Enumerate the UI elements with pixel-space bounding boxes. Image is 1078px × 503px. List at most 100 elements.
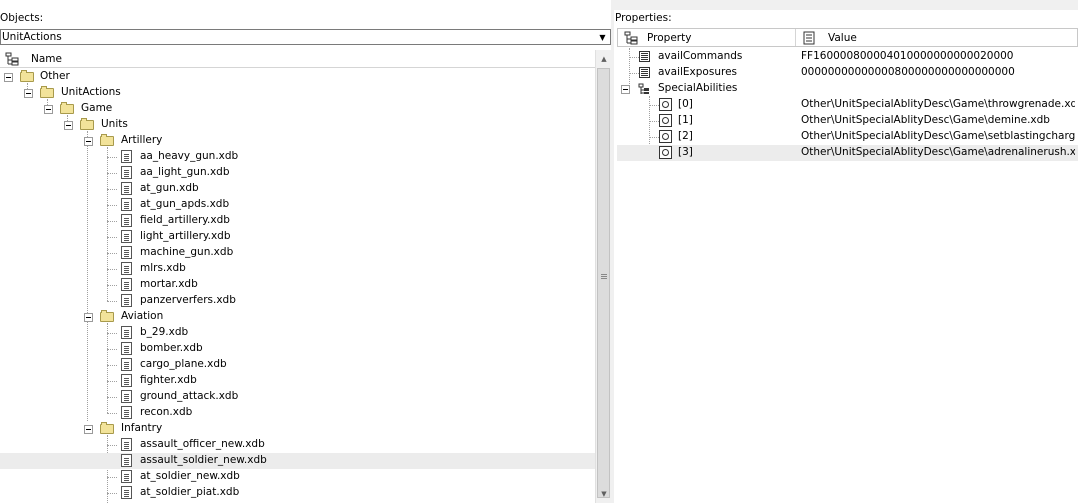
- property-row[interactable]: availCommands FF160000800004010000000000…: [617, 49, 1078, 65]
- objects-combo[interactable]: UnitActions ▼: [0, 29, 611, 45]
- tree-file-item[interactable]: at_gun_apds.xdb: [0, 197, 595, 213]
- folder-icon: [40, 86, 54, 98]
- property-value[interactable]: 00000000000000800000000000000000: [801, 66, 1075, 78]
- scrollbar-thumb[interactable]: [597, 68, 610, 498]
- tree-file-label: at_soldier_new.xdb: [140, 470, 240, 482]
- scroll-down-icon[interactable]: ▼: [596, 487, 612, 501]
- file-icon: [121, 166, 132, 179]
- tree-node-game[interactable]: Game: [0, 101, 595, 117]
- tree-file-label: assault_soldier_new.xdb: [140, 454, 267, 466]
- property-value[interactable]: Other\UnitSpecialAblityDesc\Game\setblas…: [801, 130, 1075, 142]
- tree-node-label: Infantry: [121, 422, 163, 434]
- property-value[interactable]: Other\UnitSpecialAblityDesc\Game\adrenal…: [801, 146, 1075, 158]
- properties-column-header: Property Value: [617, 28, 1078, 47]
- tree-file-item-selected[interactable]: assault_soldier_new.xdb: [0, 453, 595, 469]
- tree-column-header[interactable]: Name: [0, 50, 595, 68]
- tree-file-label: b_29.xdb: [140, 326, 189, 338]
- file-icon: [121, 278, 132, 291]
- tree-file-item[interactable]: recon.xdb: [0, 405, 595, 421]
- property-row-selected[interactable]: [3] Other\UnitSpecialAblityDesc\Game\adr…: [617, 145, 1078, 161]
- tree-file-label: at_gun.xdb: [140, 182, 199, 194]
- tree-file-item[interactable]: mortar.xdb: [0, 277, 595, 293]
- property-row-specialabilities[interactable]: SpecialAbilities: [617, 81, 1078, 97]
- property-row[interactable]: [2] Other\UnitSpecialAblityDesc\Game\set…: [617, 129, 1078, 145]
- tree-file-item[interactable]: at_soldier_piat.xdb: [0, 485, 595, 501]
- grip-icon: [601, 274, 607, 275]
- tree-file-label: aa_heavy_gun.xdb: [140, 150, 239, 162]
- tree-file-item[interactable]: bomber.xdb: [0, 341, 595, 357]
- file-icon: [121, 150, 132, 163]
- collapse-icon[interactable]: [4, 73, 13, 82]
- tree-file-item[interactable]: mlrs.xdb: [0, 261, 595, 277]
- file-icon: [121, 454, 132, 467]
- folder-icon: [60, 102, 74, 114]
- folder-icon: [100, 422, 114, 434]
- tree-file-item[interactable]: assault_officer_new.xdb: [0, 437, 595, 453]
- collapse-icon[interactable]: [24, 89, 33, 98]
- tree-node-aviation[interactable]: Aviation: [0, 309, 595, 325]
- tree-node-label: Units: [101, 118, 128, 130]
- collapse-icon[interactable]: [84, 137, 93, 146]
- column-header-value[interactable]: Value: [828, 32, 857, 44]
- file-icon: [121, 438, 132, 451]
- file-icon: [121, 230, 132, 243]
- file-icon: [121, 358, 132, 371]
- tree-file-item[interactable]: fighter.xdb: [0, 373, 595, 389]
- tree-file-item[interactable]: aa_light_gun.xdb: [0, 165, 595, 181]
- tree-node-other[interactable]: Other: [0, 69, 595, 85]
- collapse-icon[interactable]: [44, 105, 53, 114]
- tree-file-item[interactable]: aa_heavy_gun.xdb: [0, 149, 595, 165]
- column-header-property[interactable]: Property: [647, 32, 691, 44]
- tree-node-artillery[interactable]: Artillery: [0, 133, 595, 149]
- tree-file-label: light_artillery.xdb: [140, 230, 231, 242]
- tree-node-units[interactable]: Units: [0, 117, 595, 133]
- file-icon: [121, 374, 132, 387]
- tree-file-item[interactable]: at_soldier_new.xdb: [0, 469, 595, 485]
- file-icon: [121, 246, 132, 259]
- file-icon: [121, 406, 132, 419]
- property-value[interactable]: Other\UnitSpecialAblityDesc\Game\demine.…: [801, 114, 1075, 126]
- tree-file-label: assault_officer_new.xdb: [140, 438, 265, 450]
- property-value[interactable]: Other\UnitSpecialAblityDesc\Game\throwgr…: [801, 98, 1075, 110]
- file-icon: [121, 198, 132, 211]
- collapse-icon[interactable]: [621, 85, 630, 94]
- object-ref-icon: [659, 98, 672, 111]
- file-icon: [121, 214, 132, 227]
- property-row[interactable]: availExposures 0000000000000080000000000…: [617, 65, 1078, 81]
- tree-file-label: bomber.xdb: [140, 342, 203, 354]
- tree-file-item[interactable]: machine_gun.xdb: [0, 245, 595, 261]
- file-icon: [121, 486, 132, 499]
- tree-node-infantry[interactable]: Infantry: [0, 421, 595, 437]
- objects-label: Objects:: [0, 12, 44, 24]
- tree-file-label: cargo_plane.xdb: [140, 358, 227, 370]
- tree-file-item[interactable]: cargo_plane.xdb: [0, 357, 595, 373]
- tree-vertical-scrollbar[interactable]: ▲ ▼: [595, 50, 611, 503]
- objects-combo-value: UnitActions: [2, 31, 62, 43]
- chevron-down-icon[interactable]: ▼: [595, 30, 610, 44]
- tree-file-item[interactable]: ground_attack.xdb: [0, 389, 595, 405]
- tree-file-item[interactable]: field_artillery.xdb: [0, 213, 595, 229]
- array-icon: [638, 83, 649, 94]
- property-row[interactable]: [1] Other\UnitSpecialAblityDesc\Game\dem…: [617, 113, 1078, 129]
- tree-file-item[interactable]: b_29.xdb: [0, 325, 595, 341]
- collapse-icon[interactable]: [84, 313, 93, 322]
- scroll-up-icon[interactable]: ▲: [596, 52, 612, 66]
- object-ref-icon: [659, 130, 672, 143]
- column-separator[interactable]: [795, 29, 796, 46]
- tree-file-label: field_artillery.xdb: [140, 214, 230, 226]
- tree-file-label: mortar.xdb: [140, 278, 198, 290]
- tree-file-item[interactable]: panzerverfers.xdb: [0, 293, 595, 309]
- collapse-icon[interactable]: [84, 425, 93, 434]
- file-icon: [121, 390, 132, 403]
- file-icon: [121, 182, 132, 195]
- tree-file-item[interactable]: light_artillery.xdb: [0, 229, 595, 245]
- tree-file-item[interactable]: at_gun.xdb: [0, 181, 595, 197]
- property-row[interactable]: [0] Other\UnitSpecialAblityDesc\Game\thr…: [617, 97, 1078, 113]
- collapse-icon[interactable]: [64, 121, 73, 130]
- properties-panel: Properties: Property Value availCommands…: [614, 0, 1078, 503]
- tree-file-label: panzerverfers.xdb: [140, 294, 236, 306]
- objects-panel: Objects: UnitActions ▼ Name Other UnitAc…: [0, 0, 614, 503]
- property-value[interactable]: FF160000800004010000000000020000: [801, 50, 1075, 62]
- tree-node-unitactions[interactable]: UnitActions: [0, 85, 595, 101]
- tree-file-label: ground_attack.xdb: [140, 390, 239, 402]
